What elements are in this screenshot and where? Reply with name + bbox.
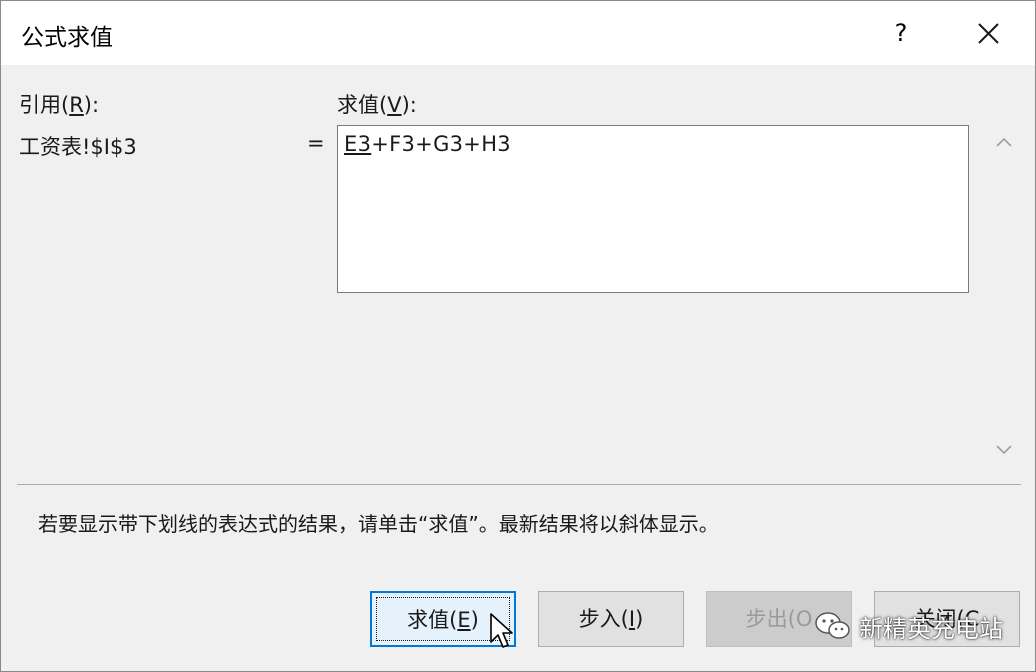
expression-rest: +F3+G3+H3 xyxy=(371,132,511,156)
watermark: 新精英充电站 xyxy=(807,605,1035,649)
evaluation-box[interactable]: E3+F3+G3+H3 xyxy=(337,125,969,293)
reference-label: 引用(R): xyxy=(19,93,100,117)
evaluation-label: 求值(V): xyxy=(337,93,417,117)
mouse-cursor-icon xyxy=(490,613,513,648)
title-bar: 公式求值 ? xyxy=(1,1,1035,65)
equals-sign: = xyxy=(307,131,325,155)
formula-evaluate-dialog: 公式求值 ? 引用(R): 工资表!$I$3 求值(V): = E3+F3+G3… xyxy=(0,0,1036,672)
separator xyxy=(17,484,1021,485)
formula-expression: E3+F3+G3+H3 xyxy=(344,132,511,156)
help-button[interactable]: ? xyxy=(881,11,921,55)
watermark-text: 新精英充电站 xyxy=(859,615,1003,643)
step-in-button[interactable]: 步入(I) xyxy=(538,591,684,647)
reference-value: 工资表!$I$3 xyxy=(19,135,137,159)
evaluation-scrollbar[interactable] xyxy=(987,125,1021,471)
close-window-button[interactable] xyxy=(965,11,1011,55)
dialog-title: 公式求值 xyxy=(21,25,113,51)
hint-text: 若要显示带下划线的表达式的结果，请单击“求值”。最新结果将以斜体显示。 xyxy=(38,512,719,536)
underlined-expression: E3 xyxy=(344,132,372,156)
wechat-icon xyxy=(815,612,850,639)
scroll-up-arrow-icon[interactable] xyxy=(994,135,1014,149)
scroll-down-arrow-icon[interactable] xyxy=(994,443,1014,457)
close-icon xyxy=(978,23,999,44)
